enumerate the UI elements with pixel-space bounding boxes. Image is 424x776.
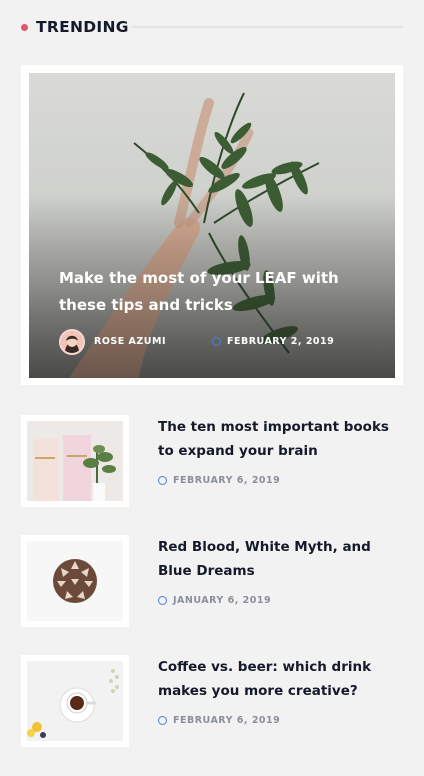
clock-icon — [158, 476, 167, 485]
thumbnail-image — [27, 541, 123, 621]
featured-post-image[interactable]: Make the most of your LEAF with these ti… — [29, 73, 395, 378]
dot-icon — [21, 24, 28, 31]
featured-post-meta: ROSE AZUMI FEBRUARY 2, 2019 — [59, 329, 389, 355]
post-date: FEBRUARY 6, 2019 — [158, 475, 280, 486]
post-title[interactable]: Coffee vs. beer: which drink makes you m… — [158, 655, 403, 703]
header-divider — [132, 26, 403, 28]
post-thumbnail[interactable] — [21, 535, 129, 627]
clock-icon — [158, 716, 167, 725]
date-text: FEBRUARY 6, 2019 — [173, 475, 281, 486]
date-text: FEBRUARY 6, 2019 — [173, 715, 281, 726]
clock-icon — [212, 337, 221, 346]
post-thumbnail[interactable] — [21, 415, 129, 507]
list-item[interactable]: Coffee vs. beer: which drink makes you m… — [21, 655, 403, 747]
featured-post-card[interactable]: Make the most of your LEAF with these ti… — [21, 65, 403, 385]
section-title: TRENDING — [36, 18, 129, 36]
date-text: JANUARY 6, 2019 — [173, 595, 272, 606]
books-illustration — [27, 421, 123, 501]
author-name[interactable]: ROSE AZUMI — [94, 336, 166, 347]
featured-post-date: FEBRUARY 2, 2019 — [212, 336, 334, 347]
section-header: TRENDING — [21, 16, 403, 38]
post-date: FEBRUARY 6, 2019 — [158, 715, 280, 726]
thumbnail-image — [27, 661, 123, 741]
list-item[interactable]: The ten most important books to expand y… — [21, 415, 403, 507]
post-date: JANUARY 6, 2019 — [158, 595, 271, 606]
avatar[interactable] — [59, 329, 85, 355]
pinecone-illustration — [27, 541, 123, 621]
coffee-cup-illustration — [27, 661, 123, 741]
post-thumbnail[interactable] — [21, 655, 129, 747]
list-item[interactable]: Red Blood, White Myth, and Blue Dreams J… — [21, 535, 403, 627]
clock-icon — [158, 596, 167, 605]
featured-post-title[interactable]: Make the most of your LEAF with these ti… — [59, 265, 349, 319]
post-title[interactable]: Red Blood, White Myth, and Blue Dreams — [158, 535, 403, 583]
post-title[interactable]: The ten most important books to expand y… — [158, 415, 403, 463]
date-text: FEBRUARY 2, 2019 — [227, 336, 335, 347]
avatar-image — [61, 331, 83, 353]
thumbnail-image — [27, 421, 123, 501]
